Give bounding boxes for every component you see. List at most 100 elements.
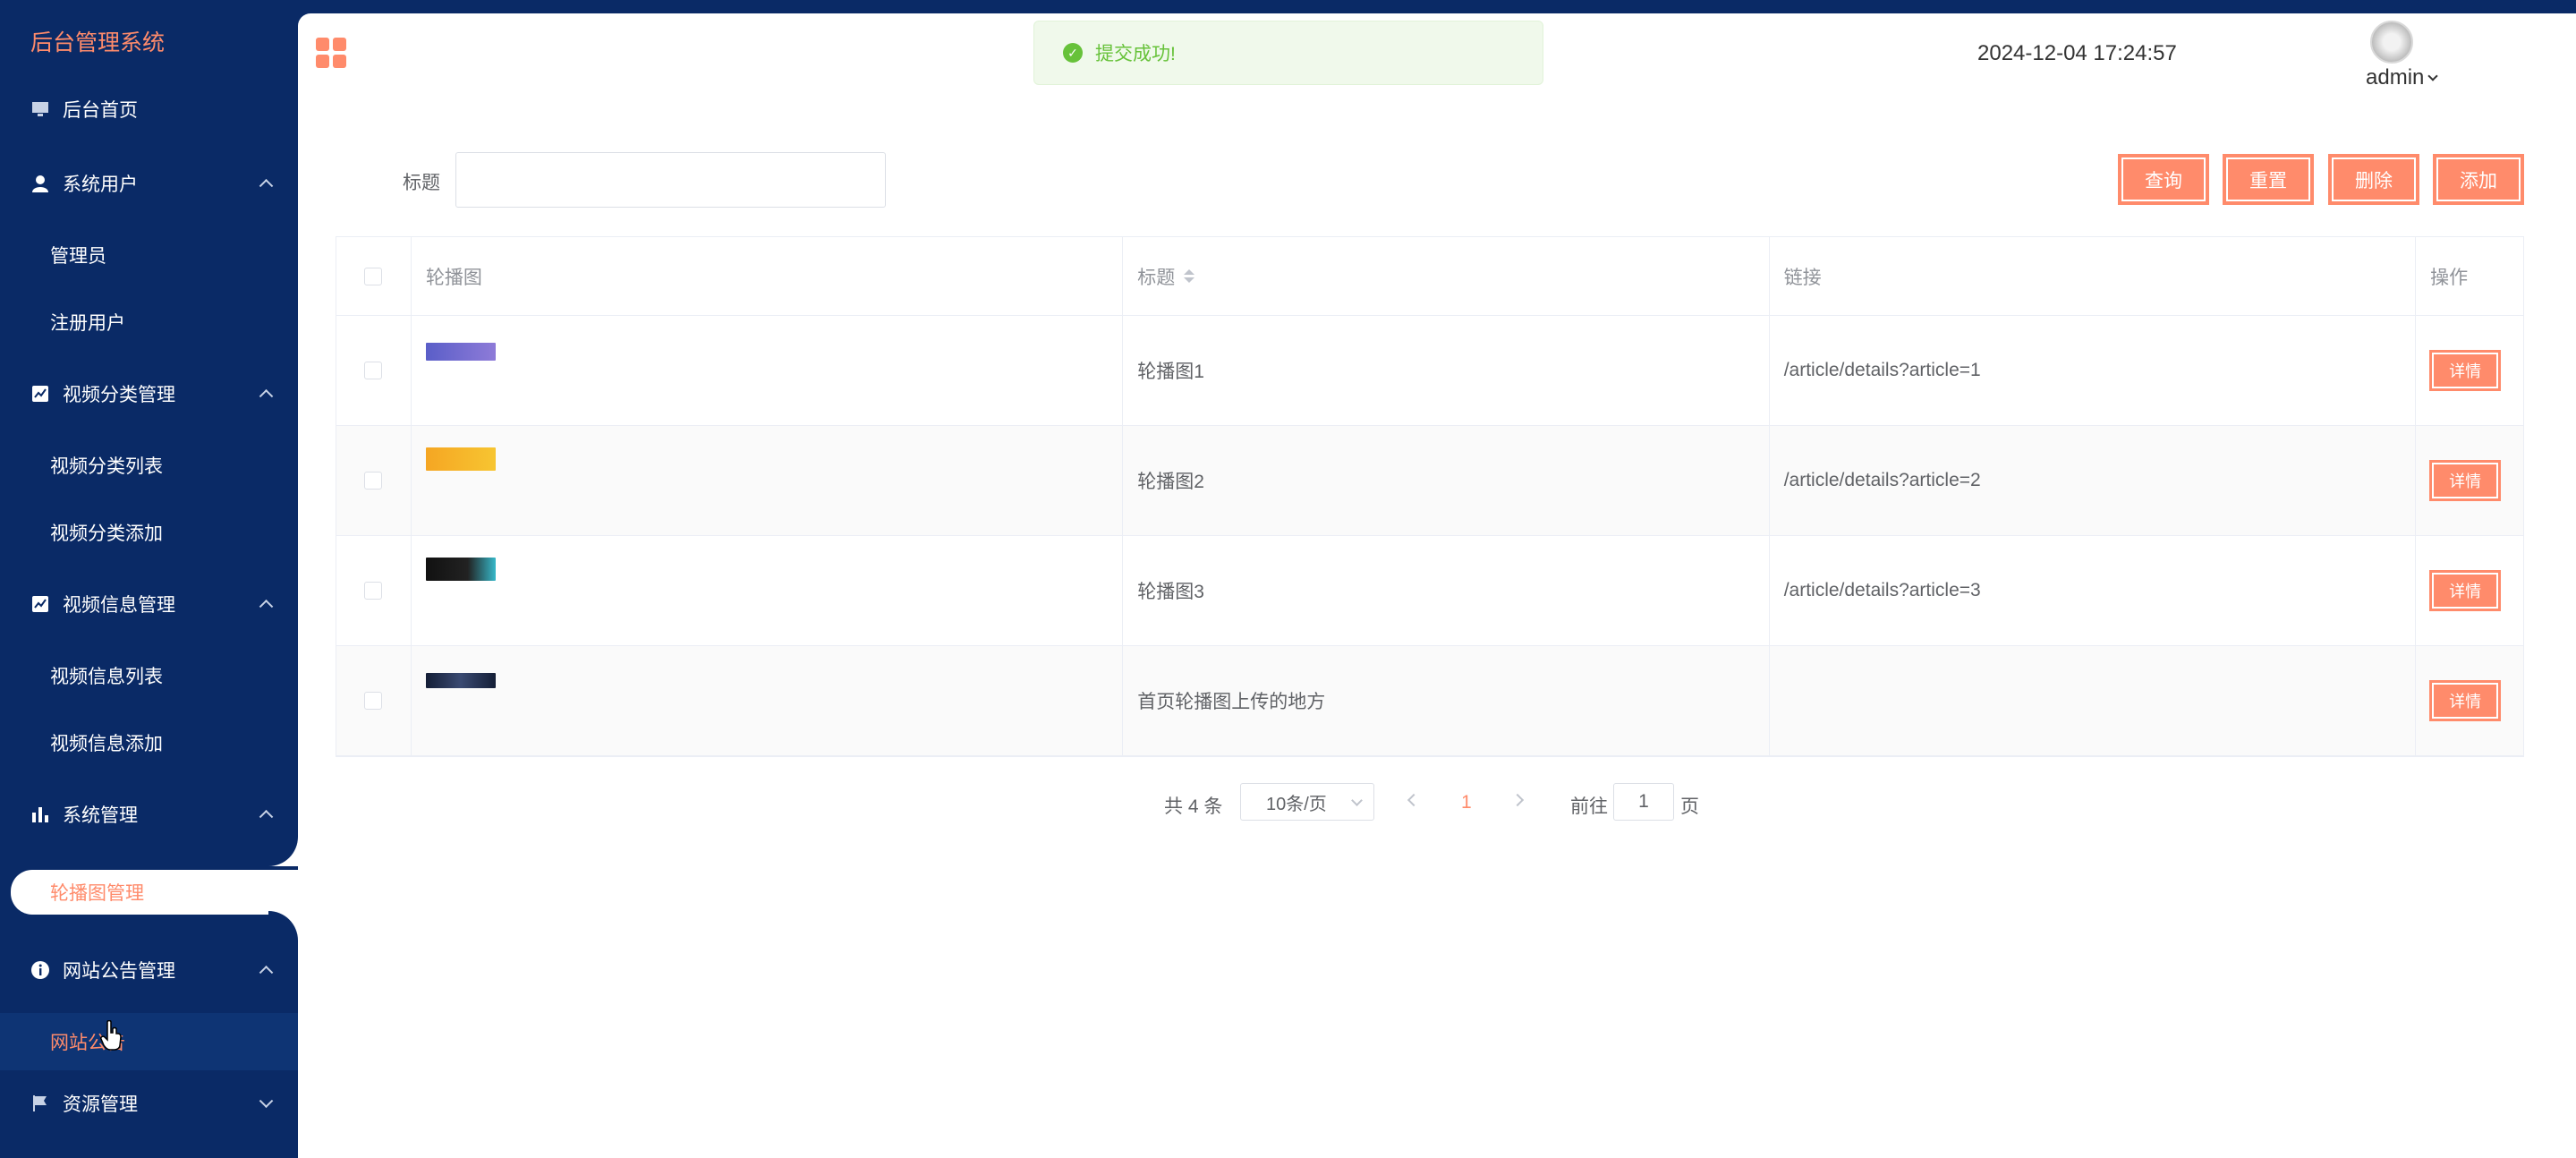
column-header-link: 链接 <box>1770 237 2417 315</box>
carousel-thumbnail[interactable] <box>425 447 496 471</box>
sidebar-item-video-info-list[interactable]: 视频信息列表 <box>0 643 298 709</box>
sidebar-item-home[interactable]: 后台首页 <box>0 76 298 142</box>
sidebar-subitem-label: 注册用户 <box>50 313 125 334</box>
carousel-thumbnail[interactable] <box>425 343 496 361</box>
row-check-cell <box>336 316 412 425</box>
user-menu[interactable]: admin <box>2366 65 2439 90</box>
sidebar-item-system-management[interactable]: 系统管理 <box>0 781 298 847</box>
query-button[interactable]: 查询 <box>2118 154 2209 205</box>
row-checkbox[interactable] <box>364 472 383 490</box>
row-action-cell: 详情 <box>2416 426 2523 535</box>
next-page-icon[interactable] <box>1510 793 1525 807</box>
row-image-cell <box>412 316 1124 425</box>
active-tab-curve <box>268 837 298 866</box>
user-icon <box>30 174 50 193</box>
sidebar-subitem-label: 视频分类添加 <box>50 524 163 544</box>
chevron-up-icon <box>259 388 274 404</box>
table-header: 轮播图 标题 链接 操作 <box>336 237 2523 316</box>
column-header-actions: 操作 <box>2430 267 2469 288</box>
add-button[interactable]: 添加 <box>2433 154 2524 205</box>
row-link: /article/details?article=1 <box>1770 316 2417 425</box>
sidebar-item-announcement[interactable]: 网站公告管理 <box>0 937 298 1003</box>
sidebar-item-video-info-add[interactable]: 视频信息添加 <box>0 710 298 776</box>
goto-unit: 页 <box>1680 796 1699 817</box>
row-check-cell <box>336 646 412 755</box>
row-checkbox[interactable] <box>364 692 383 710</box>
reset-button[interactable]: 重置 <box>2223 154 2314 205</box>
hand-cursor-icon <box>100 1020 122 1051</box>
chevron-up-icon <box>259 599 274 614</box>
pagination-total: 共 4 条 <box>1164 796 1223 817</box>
app-title: 后台管理系统 <box>30 30 166 55</box>
monitor-icon <box>30 99 50 119</box>
chart-icon <box>30 384 50 404</box>
current-datetime: 2024-12-04 17:24:57 <box>1977 41 2177 65</box>
detail-button[interactable]: 详情 <box>2429 460 2502 501</box>
carousel-table: 轮播图 标题 链接 操作 轮播图1 /article/details?artic… <box>336 236 2524 757</box>
goto-page-input[interactable] <box>1613 783 1674 821</box>
table-row: 首页轮播图上传的地方 详情 <box>336 646 2523 756</box>
success-toast: ✓ 提交成功! <box>1033 21 1543 85</box>
sidebar-item-label: 系统用户 <box>63 175 138 195</box>
chevron-down-icon <box>1351 795 1363 806</box>
goto-label: 前往 <box>1570 796 1608 817</box>
chevron-up-icon <box>259 965 274 980</box>
sidebar-item-video-info[interactable]: 视频信息管理 <box>0 571 298 637</box>
detail-button[interactable]: 详情 <box>2429 680 2502 721</box>
pagination: 共 4 条 10条/页 1 前往 页 <box>298 783 2576 822</box>
carousel-thumbnail[interactable] <box>425 558 496 581</box>
sidebar-item-resources[interactable]: 资源管理 <box>0 1070 298 1137</box>
sidebar-item-admins[interactable]: 管理员 <box>0 222 298 288</box>
sidebar-item-label: 资源管理 <box>63 1094 138 1115</box>
page-number-current[interactable]: 1 <box>1461 792 1472 813</box>
row-checkbox[interactable] <box>364 362 383 379</box>
sidebar-subitem-label: 视频信息列表 <box>50 667 163 687</box>
menu-grid-icon[interactable] <box>316 38 346 68</box>
row-checkbox[interactable] <box>364 582 383 600</box>
chevron-down-icon <box>259 1094 274 1109</box>
title-search-input[interactable] <box>455 152 886 208</box>
row-check-cell <box>336 426 412 535</box>
avatar[interactable] <box>2370 21 2413 64</box>
sidebar: 后台管理系统 后台首页 系统用户 管理员 注册用户 视频分类管理 视频分类列表 … <box>0 0 298 1158</box>
sidebar-subitem-label: 视频信息添加 <box>50 734 163 754</box>
column-header-label: 标题 <box>1137 267 1176 288</box>
table-row: 轮播图1 /article/details?article=1 详情 <box>336 316 2523 426</box>
sidebar-item-video-category-add[interactable]: 视频分类添加 <box>0 499 298 566</box>
sidebar-item-label: 后台首页 <box>63 100 138 121</box>
page-size-value: 10条/页 <box>1266 794 1327 814</box>
username: admin <box>2366 65 2425 89</box>
detail-button[interactable]: 详情 <box>2429 570 2502 611</box>
row-title: 首页轮播图上传的地方 <box>1123 646 1770 755</box>
carousel-thumbnail[interactable] <box>425 673 496 688</box>
info-icon <box>30 960 50 980</box>
check-circle-icon: ✓ <box>1063 43 1083 63</box>
page-size-select[interactable]: 10条/页 <box>1240 783 1374 821</box>
toast-message: 提交成功! <box>1095 44 1176 64</box>
chart-icon <box>30 594 50 614</box>
sidebar-item-label: 视频信息管理 <box>63 595 175 616</box>
sidebar-item-site-announcement[interactable]: 网站公告 <box>0 1013 298 1070</box>
row-title: 轮播图2 <box>1123 426 1770 535</box>
sidebar-item-system-users[interactable]: 系统用户 <box>0 150 298 217</box>
row-action-cell: 详情 <box>2416 536 2523 645</box>
sort-icon[interactable] <box>1184 269 1195 283</box>
sidebar-subitem-label: 轮播图管理 <box>50 883 144 904</box>
row-check-cell <box>336 536 412 645</box>
prev-page-icon[interactable] <box>1407 793 1421 807</box>
detail-button[interactable]: 详情 <box>2429 350 2502 391</box>
caret-down-icon <box>2427 71 2439 81</box>
chevron-up-icon <box>259 809 274 824</box>
column-header-title[interactable]: 标题 <box>1123 237 1770 315</box>
row-image-cell <box>412 426 1124 535</box>
table-row: 轮播图2 /article/details?article=2 详情 <box>336 426 2523 536</box>
sidebar-item-carousel-management[interactable]: 轮播图管理 <box>11 870 298 915</box>
search-label: 标题 <box>403 173 440 193</box>
sidebar-item-video-category-list[interactable]: 视频分类列表 <box>0 432 298 498</box>
select-all-cell <box>336 237 412 315</box>
select-all-checkbox[interactable] <box>364 267 383 285</box>
delete-button[interactable]: 删除 <box>2328 154 2419 205</box>
sidebar-item-registered-users[interactable]: 注册用户 <box>0 289 298 355</box>
sidebar-item-video-category[interactable]: 视频分类管理 <box>0 361 298 427</box>
main-panel: ✓ 提交成功! 2024-12-04 17:24:57 admin 标题 查询 … <box>298 13 2576 1158</box>
